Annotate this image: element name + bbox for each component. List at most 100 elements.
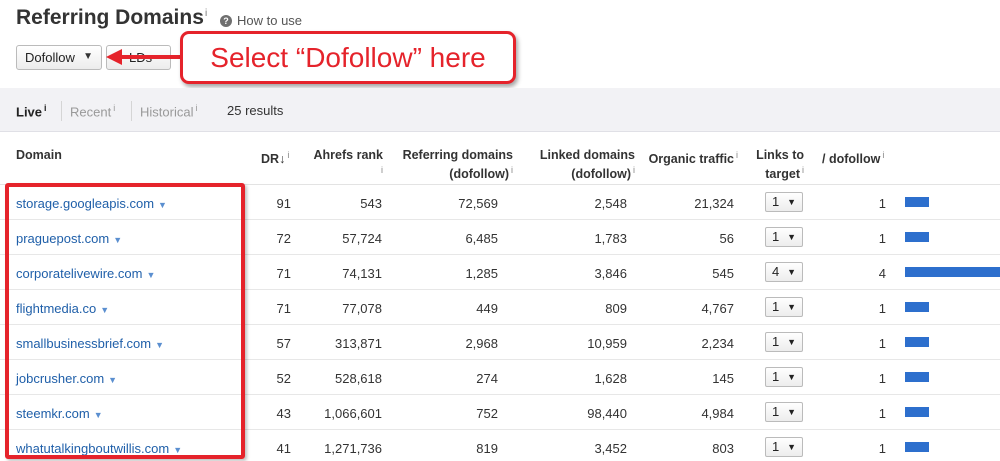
dr-value: 91 <box>276 196 291 211</box>
ahrefs-rank-value: 74,131 <box>342 266 382 281</box>
tab-bar: Live i Recent i Historical i 25 results <box>0 88 1000 132</box>
dofollow-bar <box>905 232 929 242</box>
column-dofollow[interactable]: / dofollow i <box>822 148 884 167</box>
column-referring-domains[interactable]: Referring domains (dofollow) i <box>403 148 513 182</box>
ahrefs-rank-value: 313,871 <box>335 336 382 351</box>
help-icon: ? <box>220 14 232 27</box>
ahrefs-rank-value: 77,078 <box>342 301 382 316</box>
ahrefs-rank-value: 1,066,601 <box>324 406 382 421</box>
links-to-target-select[interactable]: 1 ▼ <box>765 227 803 247</box>
referring-domains-value[interactable]: 819 <box>476 441 498 456</box>
organic-traffic-value: 2,234 <box>701 336 734 351</box>
chevron-down-icon: ▼ <box>83 51 93 62</box>
column-links-to-target[interactable]: Links to target i <box>756 148 804 182</box>
results-count: 25 results <box>227 103 284 118</box>
referring-domains-value[interactable]: 2,968 <box>465 336 498 351</box>
dofollow-bar <box>905 442 929 452</box>
referring-domains-value[interactable]: 1,285 <box>465 266 498 281</box>
dr-value: 52 <box>276 371 291 386</box>
organic-traffic-value: 21,324 <box>694 196 734 211</box>
referring-domains-value[interactable]: 752 <box>476 406 498 421</box>
linked-domains-value: 1,783 <box>594 231 627 246</box>
column-ahrefs-rank[interactable]: Ahrefs rank i <box>314 148 383 182</box>
annotation-arrow-shaft <box>120 55 182 59</box>
organic-traffic-value: 803 <box>712 441 734 456</box>
referring-domains-value[interactable]: 72,569 <box>458 196 498 211</box>
tab-recent[interactable]: Recent i <box>70 103 115 119</box>
linked-domains-value: 3,846 <box>594 266 627 281</box>
linked-domains-value: 1,628 <box>594 371 627 386</box>
dofollow-bar <box>905 337 929 347</box>
referring-domains-value[interactable]: 6,485 <box>465 231 498 246</box>
referring-domains-value[interactable]: 274 <box>476 371 498 386</box>
links-to-target-select[interactable]: 1 ▼ <box>765 437 803 457</box>
column-linked-domains[interactable]: Linked domains (dofollow) i <box>540 148 635 182</box>
organic-traffic-value: 4,767 <box>701 301 734 316</box>
ahrefs-rank-value: 528,618 <box>335 371 382 386</box>
chevron-down-icon: ▼ <box>787 407 796 417</box>
chevron-down-icon: ▼ <box>787 302 796 312</box>
how-to-use-label: How to use <box>237 13 303 28</box>
dofollow-bar <box>905 197 929 207</box>
dofollow-bar <box>905 407 929 417</box>
dr-value: 72 <box>276 231 291 246</box>
organic-traffic-value: 56 <box>719 231 734 246</box>
dofollow-value: 1 <box>878 441 886 456</box>
links-to-target-select[interactable]: 4 ▼ <box>765 262 803 282</box>
ahrefs-rank-value: 57,724 <box>342 231 382 246</box>
dr-value: 71 <box>276 266 291 281</box>
dofollow-value: 1 <box>878 371 886 386</box>
dr-value: 71 <box>276 301 291 316</box>
linked-domains-value: 98,440 <box>587 406 627 421</box>
page-title: Referring Domains <box>16 6 204 29</box>
how-to-use-link[interactable]: ? How to use <box>220 13 302 28</box>
annotation-arrow-icon <box>106 49 122 65</box>
annotation-callout: Select “Dofollow” here <box>180 31 516 84</box>
chevron-down-icon: ▼ <box>787 337 796 347</box>
dofollow-value: 1 <box>878 336 886 351</box>
column-dr[interactable]: DR↓ i <box>261 148 289 167</box>
organic-traffic-value: 4,984 <box>701 406 734 421</box>
organic-traffic-value: 145 <box>712 371 734 386</box>
dofollow-value: 1 <box>878 301 886 316</box>
column-organic-traffic[interactable]: Organic traffic i <box>649 148 738 167</box>
dr-value: 57 <box>276 336 291 351</box>
chevron-down-icon: ▼ <box>787 197 796 207</box>
chevron-down-icon: ▼ <box>787 372 796 382</box>
dofollow-value: 1 <box>878 406 886 421</box>
links-to-target-select[interactable]: 1 ▼ <box>765 192 803 212</box>
dofollow-bar <box>905 302 929 312</box>
dr-value: 41 <box>276 441 291 456</box>
sort-down-icon: ↓ <box>279 152 286 167</box>
dofollow-value: 1 <box>878 196 886 211</box>
linked-domains-value: 10,959 <box>587 336 627 351</box>
dofollow-value: 1 <box>878 231 886 246</box>
linked-domains-value: 3,452 <box>594 441 627 456</box>
ahrefs-rank-value: 1,271,736 <box>324 441 382 456</box>
dofollow-dropdown-label: Dofollow <box>25 50 75 65</box>
links-to-target-select[interactable]: 1 ▼ <box>765 367 803 387</box>
dofollow-bar <box>905 267 1000 277</box>
ahrefs-rank-value: 543 <box>360 196 382 211</box>
column-domain[interactable]: Domain <box>16 148 62 163</box>
chevron-down-icon: ▼ <box>787 232 796 242</box>
links-to-target-select[interactable]: 1 ▼ <box>765 332 803 352</box>
organic-traffic-value: 545 <box>712 266 734 281</box>
info-icon[interactable]: i <box>205 8 207 19</box>
tab-divider <box>131 101 132 121</box>
linked-domains-value: 809 <box>605 301 627 316</box>
tab-divider <box>61 101 62 121</box>
dofollow-dropdown[interactable]: Dofollow ▼ <box>16 45 102 70</box>
tab-live[interactable]: Live i <box>16 103 47 119</box>
chevron-down-icon: ▼ <box>787 267 796 277</box>
tab-historical[interactable]: Historical i <box>140 103 197 119</box>
chevron-down-icon: ▼ <box>787 442 796 452</box>
links-to-target-select[interactable]: 1 ▼ <box>765 297 803 317</box>
links-to-target-select[interactable]: 1 ▼ <box>765 402 803 422</box>
dr-value: 43 <box>276 406 291 421</box>
linked-domains-value: 2,548 <box>594 196 627 211</box>
annotation-highlight-box <box>5 183 245 459</box>
referring-domains-value[interactable]: 449 <box>476 301 498 316</box>
dofollow-value: 4 <box>878 266 886 281</box>
dofollow-bar <box>905 372 929 382</box>
